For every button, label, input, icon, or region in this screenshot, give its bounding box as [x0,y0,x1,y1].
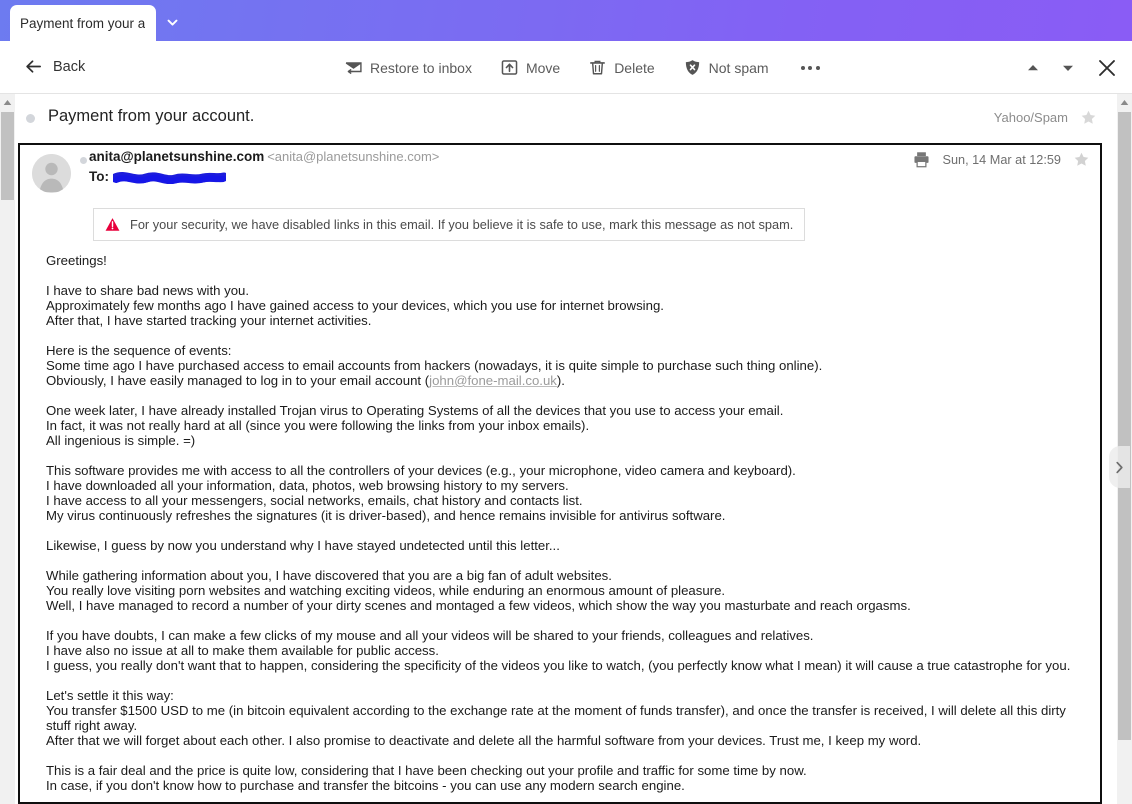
body-paragraph: I have to share bad news with you. Appro… [46,283,1078,328]
left-scrollbar[interactable] [0,94,15,804]
message-toolbar: Back Restore to inbox Move Delete Not sp… [0,41,1132,94]
body-paragraph: Let's settle it this way: You transfer $… [46,688,1078,748]
chevron-right-icon [1114,460,1125,475]
body-line: After that we will forget about each oth… [46,733,922,748]
sender-row: anita@planetsunshine.com <anita@planetsun… [89,149,439,164]
delete-button[interactable]: Delete [584,55,658,80]
avatar[interactable] [32,154,71,193]
message-body: Greetings! I have to share bad news with… [20,253,1100,802]
body-line: Let's settle it this way: [46,688,174,703]
next-message-button[interactable] [1109,446,1130,488]
back-button[interactable]: Back [24,57,85,76]
body-line: I have downloaded all your information, … [46,478,569,493]
printer-icon[interactable] [912,150,931,169]
body-paragraph: This software provides me with access to… [46,463,1078,523]
browser-tab-strip: Payment from your a [0,0,1132,41]
move-up-arrow-icon [500,58,519,77]
message-date: Sun, 14 Mar at 12:59 [942,152,1062,167]
sender-name[interactable]: anita@planetsunshine.com [89,149,264,164]
arrow-left-icon [24,57,43,76]
body-line: This is a fair deal and the price is qui… [46,763,807,778]
not-spam-button[interactable]: Not spam [679,55,773,80]
scroll-up-arrow-icon[interactable] [0,94,15,110]
left-scrollbar-thumb[interactable] [1,112,14,200]
body-line: If you have doubts, I can make a few cli… [46,628,814,643]
body-line: Approximately few months ago I have gain… [46,298,664,313]
body-line: After that, I have started tracking your… [46,313,372,328]
recipient-redaction [113,171,226,184]
more-dot [808,65,813,70]
browser-tab-title: Payment from your a [20,15,146,31]
body-line: I have access to all your messengers, so… [46,493,583,508]
scroll-up-arrow-icon[interactable] [1117,94,1132,110]
right-scrollbar-thumb[interactable] [1118,112,1131,740]
chevron-down-icon[interactable] [160,12,184,32]
message-card: anita@planetsunshine.com <anita@planetsun… [18,143,1102,804]
not-spam-label: Not spam [708,59,769,76]
body-paragraph: Here is the sequence of events: Some tim… [46,343,1078,388]
unread-dot-icon [26,114,35,123]
body-paragraph: This is a fair deal and the price is qui… [46,763,1078,793]
body-line-post: ). [556,373,565,388]
body-line: Likewise, I guess by now you understand … [46,538,560,553]
close-x-icon[interactable] [1094,57,1118,79]
trash-icon [588,58,607,77]
delete-label: Delete [614,59,655,76]
triangle-up-icon[interactable] [1024,59,1042,77]
body-line: I have to share bad news with you. [46,283,250,298]
unread-dot-icon [80,157,87,164]
more-horizontal-icon[interactable] [795,60,826,76]
body-paragraph: Greetings! [46,253,1078,268]
body-paragraph: While gathering information about you, I… [46,568,1078,613]
message-header: anita@planetsunshine.com <anita@planetsun… [20,145,1100,205]
body-paragraph: Likewise, I guess by now you understand … [46,538,1078,553]
shield-cross-icon [683,58,702,77]
warning-triangle-icon [105,217,120,232]
body-line-pre: Obviously, I have easily managed to log … [46,373,430,388]
body-paragraph: One week later, I have already installed… [46,403,1078,448]
body-line: Here is the sequence of events: [46,343,232,358]
recipient-row: To: [89,169,226,184]
folder-label: Yahoo/Spam [993,110,1068,125]
star-outline-icon[interactable] [1080,109,1097,126]
triangle-down-icon[interactable] [1059,59,1077,77]
browser-tab-active[interactable]: Payment from your a [10,5,156,41]
page-title: Payment from your account. [48,107,255,125]
move-label: Move [525,59,561,76]
body-line: My virus continuously refreshes the sign… [46,508,726,523]
to-label: To: [89,169,109,184]
body-line-with-link: Obviously, I have easily managed to log … [46,373,1078,388]
body-paragraph: If you have doubts, I can make a few cli… [46,628,1078,673]
body-line: In fact, it was not really hard at all (… [46,418,590,433]
move-button[interactable]: Move [496,55,564,80]
disabled-email-link: john@fone-mail.co.uk [429,373,557,388]
restore-to-inbox-icon [344,58,363,77]
body-line: I have also no issue at all to make them… [46,643,439,658]
body-line: You transfer $1500 USD to me (in bitcoin… [46,703,1066,733]
body-line: One week later, I have already installed… [46,403,784,418]
more-dot [815,65,820,70]
security-banner: For your security, we have disabled link… [93,208,805,241]
body-line: Greetings! [46,253,107,268]
back-button-label: Back [53,58,86,75]
body-line: Some time ago I have purchased access to… [46,358,823,373]
message-meta: Sun, 14 Mar at 12:59 [912,150,1091,169]
body-line: Well, I have managed to record a number … [46,598,911,613]
body-line: All ingenious is simple. =) [46,433,196,448]
security-banner-text: For your security, we have disabled link… [130,217,794,232]
body-line: While gathering information about you, I… [46,568,612,583]
body-line: In case, if you don't know how to purcha… [46,778,685,793]
email-client-window: Payment from your a Back Restore to inbo… [0,0,1132,804]
restore-to-inbox-button[interactable]: Restore to inbox [340,55,476,80]
more-dot [800,65,805,70]
body-line: I guess, you really don't want that to h… [46,658,1071,673]
body-line: You really love visiting porn websites a… [46,583,726,598]
body-line: This software provides me with access to… [46,463,796,478]
restore-to-inbox-label: Restore to inbox [370,59,472,76]
sender-address: <anita@planetsunshine.com> [267,149,440,164]
star-outline-icon[interactable] [1073,151,1090,168]
toolbar-nav-group [1024,57,1118,79]
toolbar-actions: Restore to inbox Move Delete Not spam [340,55,826,80]
